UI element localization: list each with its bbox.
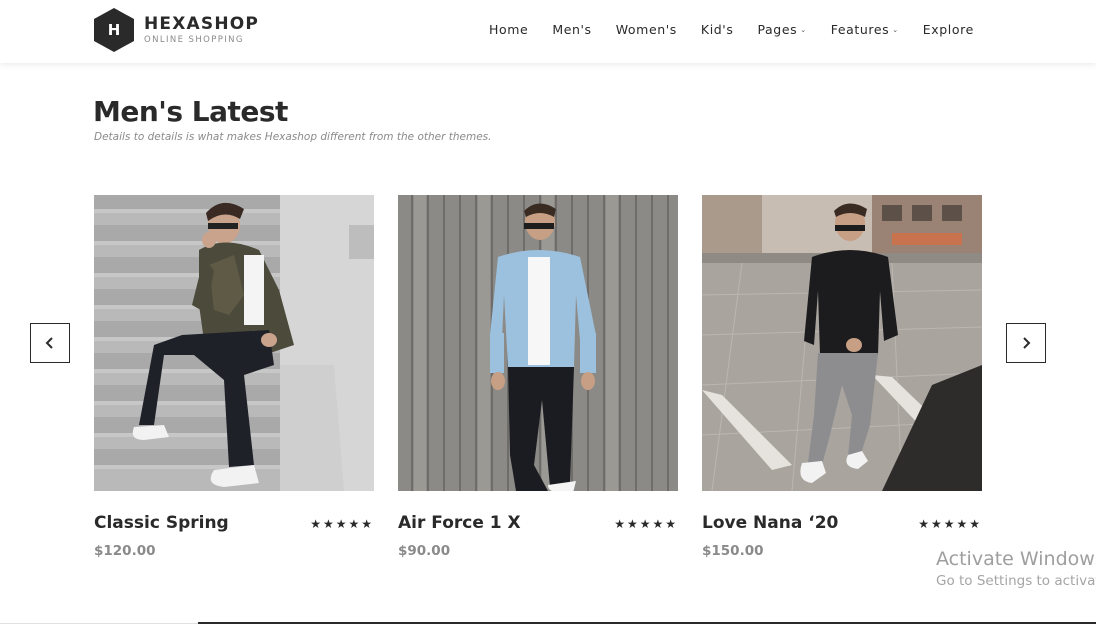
section-title: Men's Latest (93, 95, 288, 128)
nav-mens-label: Men's (552, 22, 592, 37)
rating-stars-icon: ★★★★★ (918, 517, 982, 531)
product-name[interactable]: Classic Spring (94, 513, 229, 533)
nav-home[interactable]: Home (489, 22, 528, 37)
divider (0, 623, 198, 624)
nav-pages-label: Pages (757, 22, 798, 37)
product-price: $120.00 (94, 543, 156, 559)
product-price: $90.00 (398, 543, 451, 559)
product-name[interactable]: Love Nana ‘20 (702, 513, 838, 533)
product-price: $150.00 (702, 543, 764, 559)
product-card[interactable]: Air Force 1 X ★★★★★ $90.00 (398, 195, 678, 559)
nav-kids[interactable]: Kid's (701, 22, 734, 37)
nav-mens[interactable]: Men's (552, 22, 591, 37)
rating-stars-icon: ★★★★★ (310, 517, 374, 531)
carousel-next-button[interactable] (1006, 323, 1046, 363)
activate-windows-subtitle: Go to Settings to activate Windows. (936, 573, 1096, 589)
brand-tagline: ONLINE SHOPPING (144, 35, 244, 45)
product-name[interactable]: Air Force 1 X (398, 513, 521, 533)
scroll-indicator (198, 622, 1096, 624)
activate-windows-title: Activate Windows (936, 548, 1096, 570)
rating-stars-icon: ★★★★★ (614, 517, 678, 531)
chevron-left-icon (45, 337, 53, 349)
nav-home-label: Home (489, 22, 529, 37)
chevron-down-icon: ⌄ (800, 25, 807, 34)
main-nav: Home Men's Women's Kid's Pages ⌄ Features… (489, 22, 974, 37)
chevron-down-icon: ⌄ (892, 25, 899, 34)
nav-explore[interactable]: Explore (923, 22, 974, 37)
brand-logo[interactable]: H HEXASHOP ONLINE SHOPPING (93, 7, 259, 53)
section-subtitle: Details to details is what makes Hexasho… (94, 131, 492, 143)
nav-womens-label: Women's (615, 22, 677, 37)
nav-pages[interactable]: Pages ⌄ (757, 22, 806, 37)
nav-explore-label: Explore (922, 22, 974, 37)
carousel-prev-button[interactable] (30, 323, 70, 363)
nav-features-label: Features (830, 22, 890, 37)
nav-features[interactable]: Features ⌄ (831, 22, 899, 37)
site-header: H HEXASHOP ONLINE SHOPPING Home Men's Wo… (0, 0, 1096, 63)
product-image[interactable] (94, 195, 374, 491)
nav-kids-label: Kid's (700, 22, 734, 37)
nav-womens[interactable]: Women's (616, 22, 677, 37)
product-image[interactable] (398, 195, 678, 491)
brand-name: HEXASHOP (144, 14, 260, 34)
product-card[interactable]: Love Nana ‘20 ★★★★★ $150.00 (702, 195, 982, 559)
chevron-right-icon (1023, 337, 1031, 349)
hexagon-logo-icon: H (93, 7, 135, 53)
product-image[interactable] (702, 195, 982, 491)
logo-letter: H (107, 21, 121, 39)
product-card[interactable]: Classic Spring ★★★★★ $120.00 (94, 195, 374, 559)
